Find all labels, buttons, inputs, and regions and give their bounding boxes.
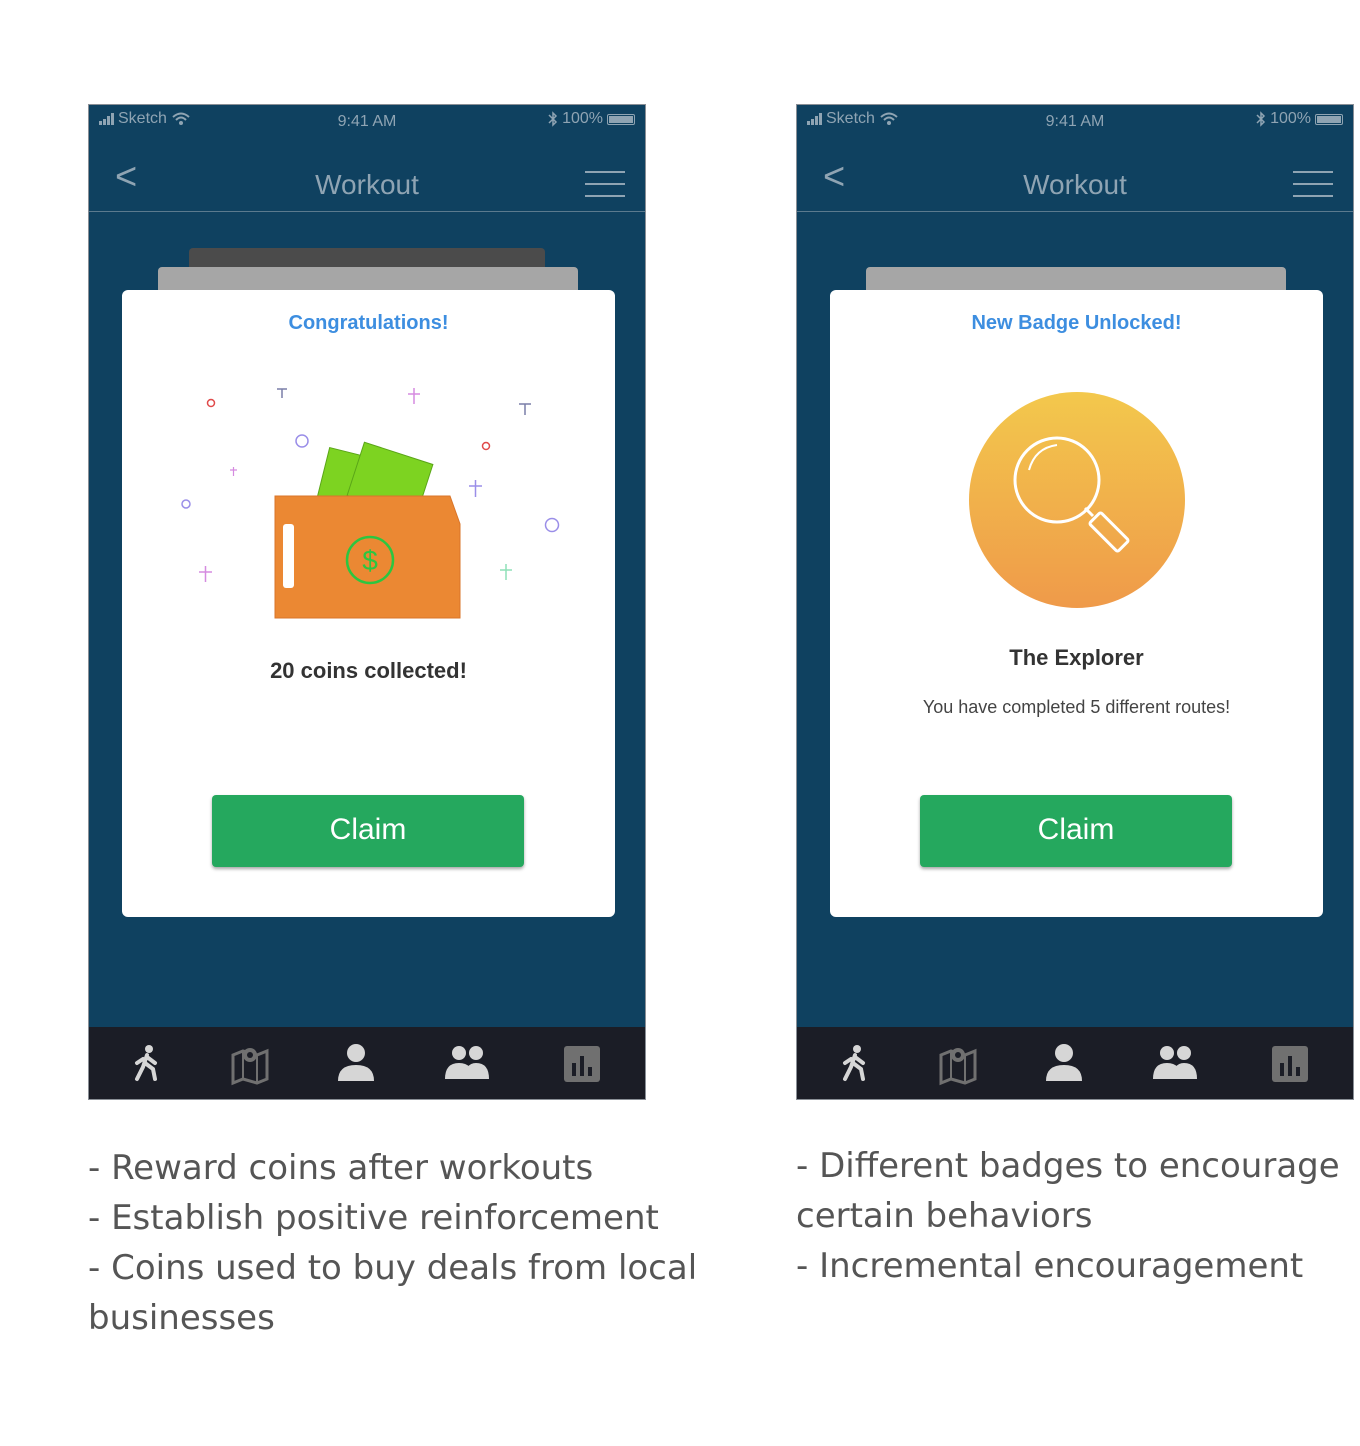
status-bar: Sketch 9:41 AM 100%	[89, 105, 645, 137]
badge-description: You have completed 5 different routes!	[922, 697, 1231, 717]
bluetooth-icon	[548, 111, 558, 127]
nav-bar: < Workout	[797, 149, 1353, 212]
battery-percent: 100%	[1270, 110, 1311, 127]
caption-left: - Reward coins after workouts - Establis…	[88, 1143, 697, 1343]
reward-card: Congratulations! $ 20 coins collected! C…	[122, 290, 615, 917]
tab-bar	[797, 1027, 1353, 1099]
coins-message: 20 coins collected!	[270, 658, 467, 683]
caption-line: businesses	[88, 1298, 275, 1338]
page-title: Workout	[1023, 169, 1127, 200]
battery-icon	[1315, 113, 1343, 125]
dollar-sign-icon: $	[362, 545, 378, 576]
phone-screen-coins: Sketch 9:41 AM 100% < Workout Congratula…	[88, 104, 646, 1100]
badge-card: New Badge Unlocked! The Explorer You hav…	[830, 290, 1323, 917]
battery-icon	[607, 113, 635, 125]
profile-icon[interactable]	[333, 1041, 379, 1087]
wallet-icon: $	[274, 441, 461, 619]
badge-title: The Explorer	[1009, 645, 1144, 670]
caption-line: - Incremental encouragement	[796, 1246, 1304, 1286]
battery-percent: 100%	[562, 110, 603, 127]
nav-bar: < Workout	[89, 149, 645, 212]
caption-right: - Different badges to encourage certain …	[796, 1141, 1340, 1291]
walk-icon[interactable]	[125, 1041, 171, 1087]
caption-line: - Reward coins after workouts	[88, 1148, 594, 1188]
card-heading: New Badge Unlocked!	[971, 312, 1182, 334]
battery: 100%	[548, 110, 635, 128]
claim-button[interactable]: Claim	[212, 795, 524, 867]
caption-line: certain behaviors	[796, 1196, 1093, 1236]
caption-line: - Coins used to buy deals from local	[88, 1248, 698, 1288]
claim-button[interactable]: Claim	[920, 795, 1232, 867]
caption-line: - Establish positive reinforcement	[88, 1198, 659, 1238]
menu-icon[interactable]	[1293, 171, 1333, 199]
stats-icon[interactable]	[559, 1041, 605, 1087]
menu-icon[interactable]	[585, 171, 625, 199]
phone-screen-badge: Sketch 9:41 AM 100% < Workout New Badge …	[796, 104, 1354, 1100]
friends-icon[interactable]	[1152, 1041, 1198, 1087]
badge-magnifier-icon	[969, 392, 1185, 608]
walk-icon[interactable]	[833, 1041, 879, 1087]
battery: 100%	[1256, 110, 1343, 128]
tab-bar	[89, 1027, 645, 1099]
status-bar: Sketch 9:41 AM 100%	[797, 105, 1353, 137]
page-title: Workout	[315, 169, 419, 200]
map-icon[interactable]	[227, 1041, 273, 1087]
profile-icon[interactable]	[1041, 1041, 1087, 1087]
bluetooth-icon	[1256, 111, 1266, 127]
map-icon[interactable]	[935, 1041, 981, 1087]
stats-icon[interactable]	[1267, 1041, 1313, 1087]
caption-line: - Different badges to encourage	[796, 1146, 1340, 1186]
friends-icon[interactable]	[444, 1041, 490, 1087]
